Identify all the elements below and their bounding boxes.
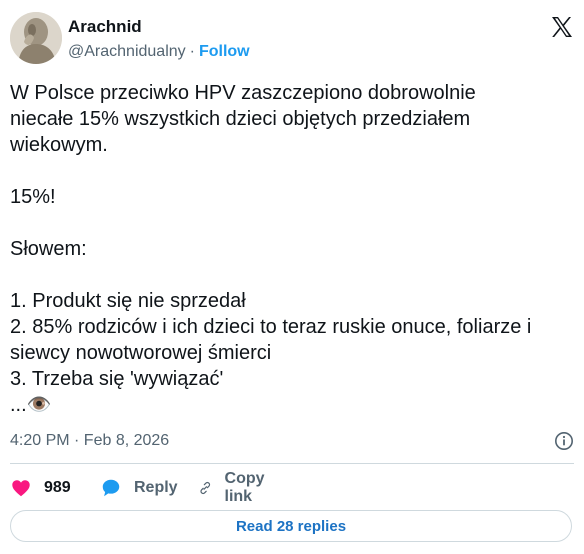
read-replies-button[interactable]: Read 28 replies [10, 510, 572, 542]
tweet-text: W Polsce przeciwko HPV zaszczepiono dobr… [10, 82, 532, 416]
copy-link-label: Copy link [224, 470, 265, 505]
follow-button[interactable]: Follow [199, 43, 250, 60]
heart-icon [12, 480, 30, 497]
timestamp-link[interactable]: 4:20 PM · Feb 8, 2026 [10, 432, 169, 449]
avatar[interactable] [10, 12, 62, 64]
copy-link-button[interactable]: Copy link [198, 470, 272, 505]
reply-label: Reply [134, 479, 178, 496]
author-name[interactable]: Arachnid [68, 17, 142, 37]
divider [10, 463, 574, 464]
read-replies-label: Read 28 replies [235, 517, 347, 535]
like-count: 989 [44, 479, 71, 496]
tweet-timestamp: 4:20 PM · Feb 8, 2026 [10, 432, 169, 450]
speech-bubble-icon [102, 479, 120, 497]
separator-dot: · [189, 43, 195, 60]
tweet-header: Arachnid @Arachnidualny · Follow [10, 12, 576, 66]
x-logo-icon[interactable] [550, 15, 574, 39]
avatar-image [10, 12, 62, 64]
like-button[interactable]: 989 [10, 476, 71, 500]
link-icon [200, 481, 211, 495]
author-handle[interactable]: @Arachnidualny [68, 43, 186, 60]
info-icon[interactable] [554, 431, 574, 451]
reply-button[interactable]: Reply [100, 476, 178, 500]
author-meta: @Arachnidualny · Follow [68, 43, 250, 61]
